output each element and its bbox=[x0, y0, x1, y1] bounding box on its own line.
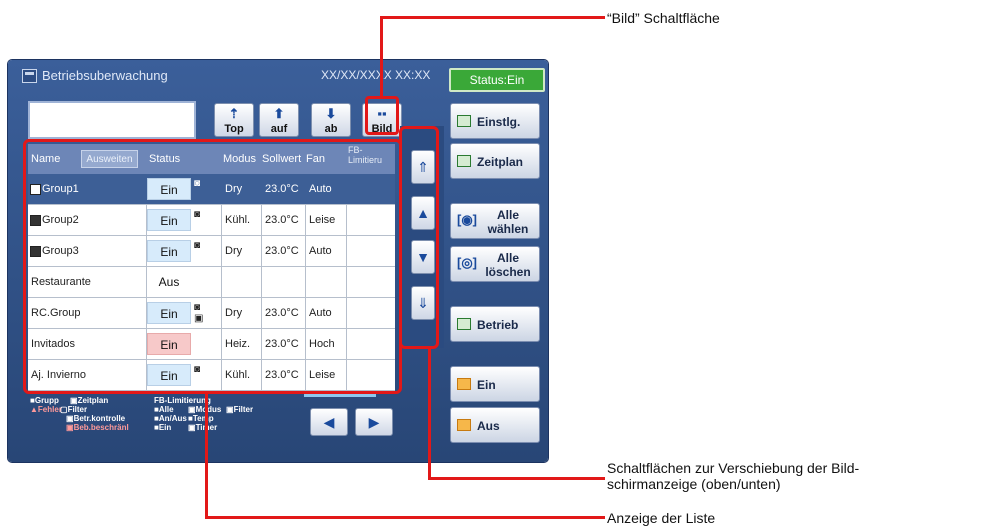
page-down-button[interactable]: ⬇ ab bbox=[311, 103, 351, 137]
calendar-icon bbox=[457, 155, 471, 167]
list-highlight bbox=[23, 139, 402, 394]
arrow-up-icon: ⬆ bbox=[273, 106, 285, 121]
annotation-scroll-1: Schaltflächen zur Verschiebung der Bild- bbox=[607, 460, 860, 476]
annotation-scroll-2: schirmanzeige (oben/unten) bbox=[607, 476, 781, 492]
off-button[interactable]: Aus bbox=[450, 407, 540, 443]
select-icon: [◉] bbox=[457, 212, 478, 227]
arrow-left-icon: ◀ bbox=[323, 414, 335, 430]
status-badge: Status:Ein bbox=[449, 68, 545, 92]
next-page-button[interactable]: ▶ bbox=[355, 408, 393, 436]
on-icon bbox=[457, 378, 471, 390]
operation-button[interactable]: Betrieb bbox=[450, 306, 540, 342]
schedule-button[interactable]: Zeitplan bbox=[450, 143, 540, 179]
annotation-list: Anzeige der Liste bbox=[607, 510, 716, 526]
settings-icon bbox=[457, 115, 471, 127]
bild-highlight bbox=[365, 96, 399, 135]
prev-page-button[interactable]: ◀ bbox=[310, 408, 348, 436]
monitor-icon bbox=[22, 69, 37, 83]
group-name-field bbox=[28, 101, 196, 139]
arrow-down-icon: ⬇ bbox=[325, 106, 337, 121]
annotation-bild: “Bild” Schaltfläche bbox=[607, 10, 720, 26]
off-icon bbox=[457, 419, 471, 431]
arrow-up-bar-icon: ⇡ bbox=[228, 106, 240, 121]
operation-icon bbox=[457, 318, 471, 330]
clear-all-button[interactable]: [◎] Alle löschen bbox=[450, 246, 540, 282]
date-time: XX/XX/XXXX XX:XX bbox=[321, 68, 431, 82]
on-button[interactable]: Ein bbox=[450, 366, 540, 402]
deselect-icon: [◎] bbox=[457, 255, 478, 270]
top-button[interactable]: ⇡ Top bbox=[214, 103, 254, 137]
page-up-button[interactable]: ⬆ auf bbox=[259, 103, 299, 137]
select-all-button[interactable]: [◉] Alle wählen bbox=[450, 203, 540, 239]
window-title: Betriebsuberwachung bbox=[42, 68, 168, 83]
scroll-highlight bbox=[399, 126, 439, 349]
settings-button[interactable]: Einstlg. bbox=[450, 103, 540, 139]
arrow-right-icon: ▶ bbox=[368, 414, 380, 430]
